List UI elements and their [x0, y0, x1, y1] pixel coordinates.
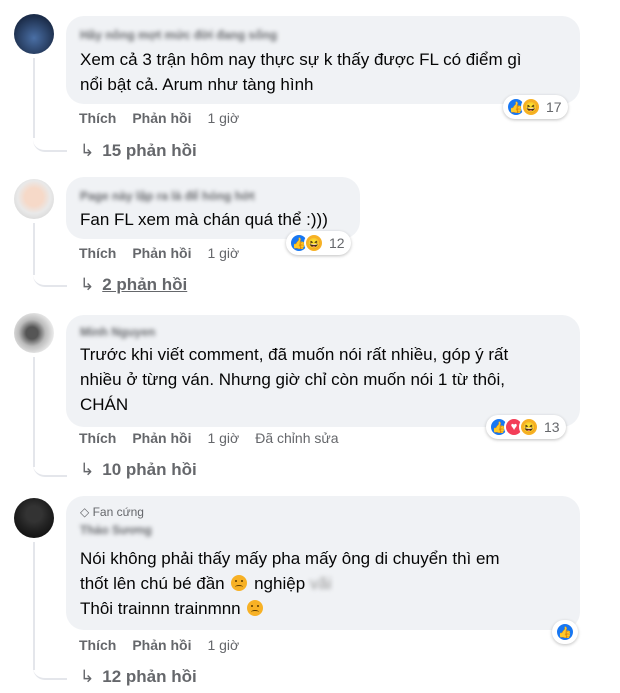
- like-button[interactable]: Thích: [79, 245, 116, 261]
- thread-line: [33, 542, 35, 670]
- reaction-count: 13: [544, 419, 560, 435]
- edited-label[interactable]: Đã chỉnh sửa: [255, 430, 338, 446]
- replies-label: 2 phản hồi: [102, 275, 188, 294]
- reply-button[interactable]: Phản hồi: [132, 637, 191, 653]
- timestamp[interactable]: 1 giờ: [207, 430, 239, 446]
- comment-line: Thôi trainnn trainmnn: [80, 596, 500, 621]
- comment-text-fragment: thốt lên chú bé đần: [80, 574, 225, 593]
- comment-text: Fan FL xem mà chán quá thể :))): [80, 207, 328, 232]
- replies-label: 12 phản hồi: [102, 667, 197, 686]
- avatar[interactable]: [14, 313, 54, 353]
- comment-line: Trước khi viết comment, đã muốn nói rất …: [80, 345, 509, 364]
- comment-text: Nói không phải thấy mấy pha mấy ông di c…: [80, 546, 500, 621]
- timestamp[interactable]: 1 giờ: [207, 110, 239, 126]
- comment-actions: Thích Phản hồi 1 giờ: [79, 637, 255, 653]
- avatar[interactable]: [14, 498, 54, 538]
- timestamp[interactable]: 1 giờ: [207, 637, 239, 653]
- reaction-count: 17: [546, 99, 562, 115]
- view-replies-button[interactable]: ↳ 2 phản hồi: [80, 275, 187, 295]
- like-button[interactable]: Thích: [79, 110, 116, 126]
- badge-label: Fan cứng: [92, 505, 144, 519]
- reply-arrow-icon: ↳: [80, 141, 95, 160]
- haha-icon: 😆: [304, 233, 324, 253]
- author-name[interactable]: Hây nông mợt mức đời đang sống: [80, 28, 277, 42]
- comment-actions: Thích Phản hồi 1 giờ: [79, 245, 255, 261]
- thread-hook: [33, 455, 67, 477]
- reaction-summary[interactable]: 👍 😆 12: [286, 231, 351, 255]
- comment-2: Page này lập ra là để hóng hớt Fan FL xe…: [0, 165, 620, 305]
- view-replies-button[interactable]: ↳ 10 phản hồi: [80, 460, 197, 480]
- reaction-summary[interactable]: 👍 😆 17: [503, 95, 568, 119]
- blurred-word: vãi: [309, 574, 332, 593]
- diamond-icon: ◇: [80, 505, 90, 519]
- comment-line: CHÁN: [80, 395, 129, 414]
- like-icon: 👍: [555, 622, 575, 642]
- thread-hook: [33, 658, 67, 680]
- replies-label: 10 phản hồi: [102, 460, 197, 479]
- haha-icon: 😆: [521, 97, 541, 117]
- author-name[interactable]: Thảo Sương: [80, 523, 152, 537]
- like-button[interactable]: Thích: [79, 430, 116, 446]
- fan-badge[interactable]: ◇ Fan cứng: [80, 505, 144, 519]
- reply-arrow-icon: ↳: [80, 275, 95, 294]
- reply-button[interactable]: Phản hồi: [132, 430, 191, 446]
- sad-face-icon: [247, 600, 264, 616]
- reaction-count: 12: [329, 235, 345, 251]
- comment-line: thốt lên chú bé đần nghiệp vãi: [80, 571, 500, 596]
- thread-hook: [33, 130, 67, 152]
- comment-text-fragment: Thôi trainnn trainmnn: [80, 599, 241, 618]
- comment-1: Hây nông mợt mức đời đang sống Xem cả 3 …: [0, 0, 620, 165]
- comment-actions: Thích Phản hồi 1 giờ Đã chỉnh sửa: [79, 430, 355, 446]
- haha-icon: 😆: [519, 417, 539, 437]
- reply-arrow-icon: ↳: [80, 667, 95, 686]
- avatar[interactable]: [14, 179, 54, 219]
- comment-text-fragment: nghiệp: [254, 574, 306, 593]
- author-name[interactable]: Minh Nguyen: [80, 325, 155, 339]
- comment-3: Minh Nguyen Trước khi viết comment, đã m…: [0, 305, 620, 490]
- reply-arrow-icon: ↳: [80, 460, 95, 479]
- comment-line: Fan FL xem mà chán quá thể :))): [80, 210, 328, 229]
- avatar[interactable]: [14, 14, 54, 54]
- comment-text: Trước khi viết comment, đã muốn nói rất …: [80, 342, 508, 417]
- comment-actions: Thích Phản hồi 1 giờ: [79, 110, 255, 126]
- view-replies-button[interactable]: ↳ 15 phản hồi: [80, 141, 197, 161]
- thread-hook: [33, 265, 67, 287]
- reply-button[interactable]: Phản hồi: [132, 110, 191, 126]
- sad-face-icon: [231, 575, 248, 591]
- author-name[interactable]: Page này lập ra là để hóng hớt: [80, 189, 255, 203]
- thread-line: [33, 58, 35, 138]
- comment-line: nổi bật cả. Arum như tàng hình: [80, 75, 314, 94]
- replies-label: 15 phản hồi: [102, 141, 197, 160]
- comment-line: Nói không phải thấy mấy pha mấy ông di c…: [80, 549, 500, 568]
- comment-line: nhiều ở từng ván. Nhưng giờ chỉ còn muốn…: [80, 370, 506, 389]
- comment-4: ◇ Fan cứng Thảo Sương Nói không phải thấ…: [0, 490, 620, 693]
- comment-line: Xem cả 3 trận hôm nay thực sự k thấy đượ…: [80, 50, 522, 69]
- reaction-summary[interactable]: 👍: [552, 620, 578, 644]
- thread-line: [33, 357, 35, 467]
- view-replies-button[interactable]: ↳ 12 phản hồi: [80, 667, 197, 687]
- like-button[interactable]: Thích: [79, 637, 116, 653]
- timestamp[interactable]: 1 giờ: [207, 245, 239, 261]
- comment-text: Xem cả 3 trận hôm nay thực sự k thấy đượ…: [80, 47, 522, 97]
- reply-button[interactable]: Phản hồi: [132, 245, 191, 261]
- reaction-summary[interactable]: 👍 ♥ 😆 13: [486, 415, 566, 439]
